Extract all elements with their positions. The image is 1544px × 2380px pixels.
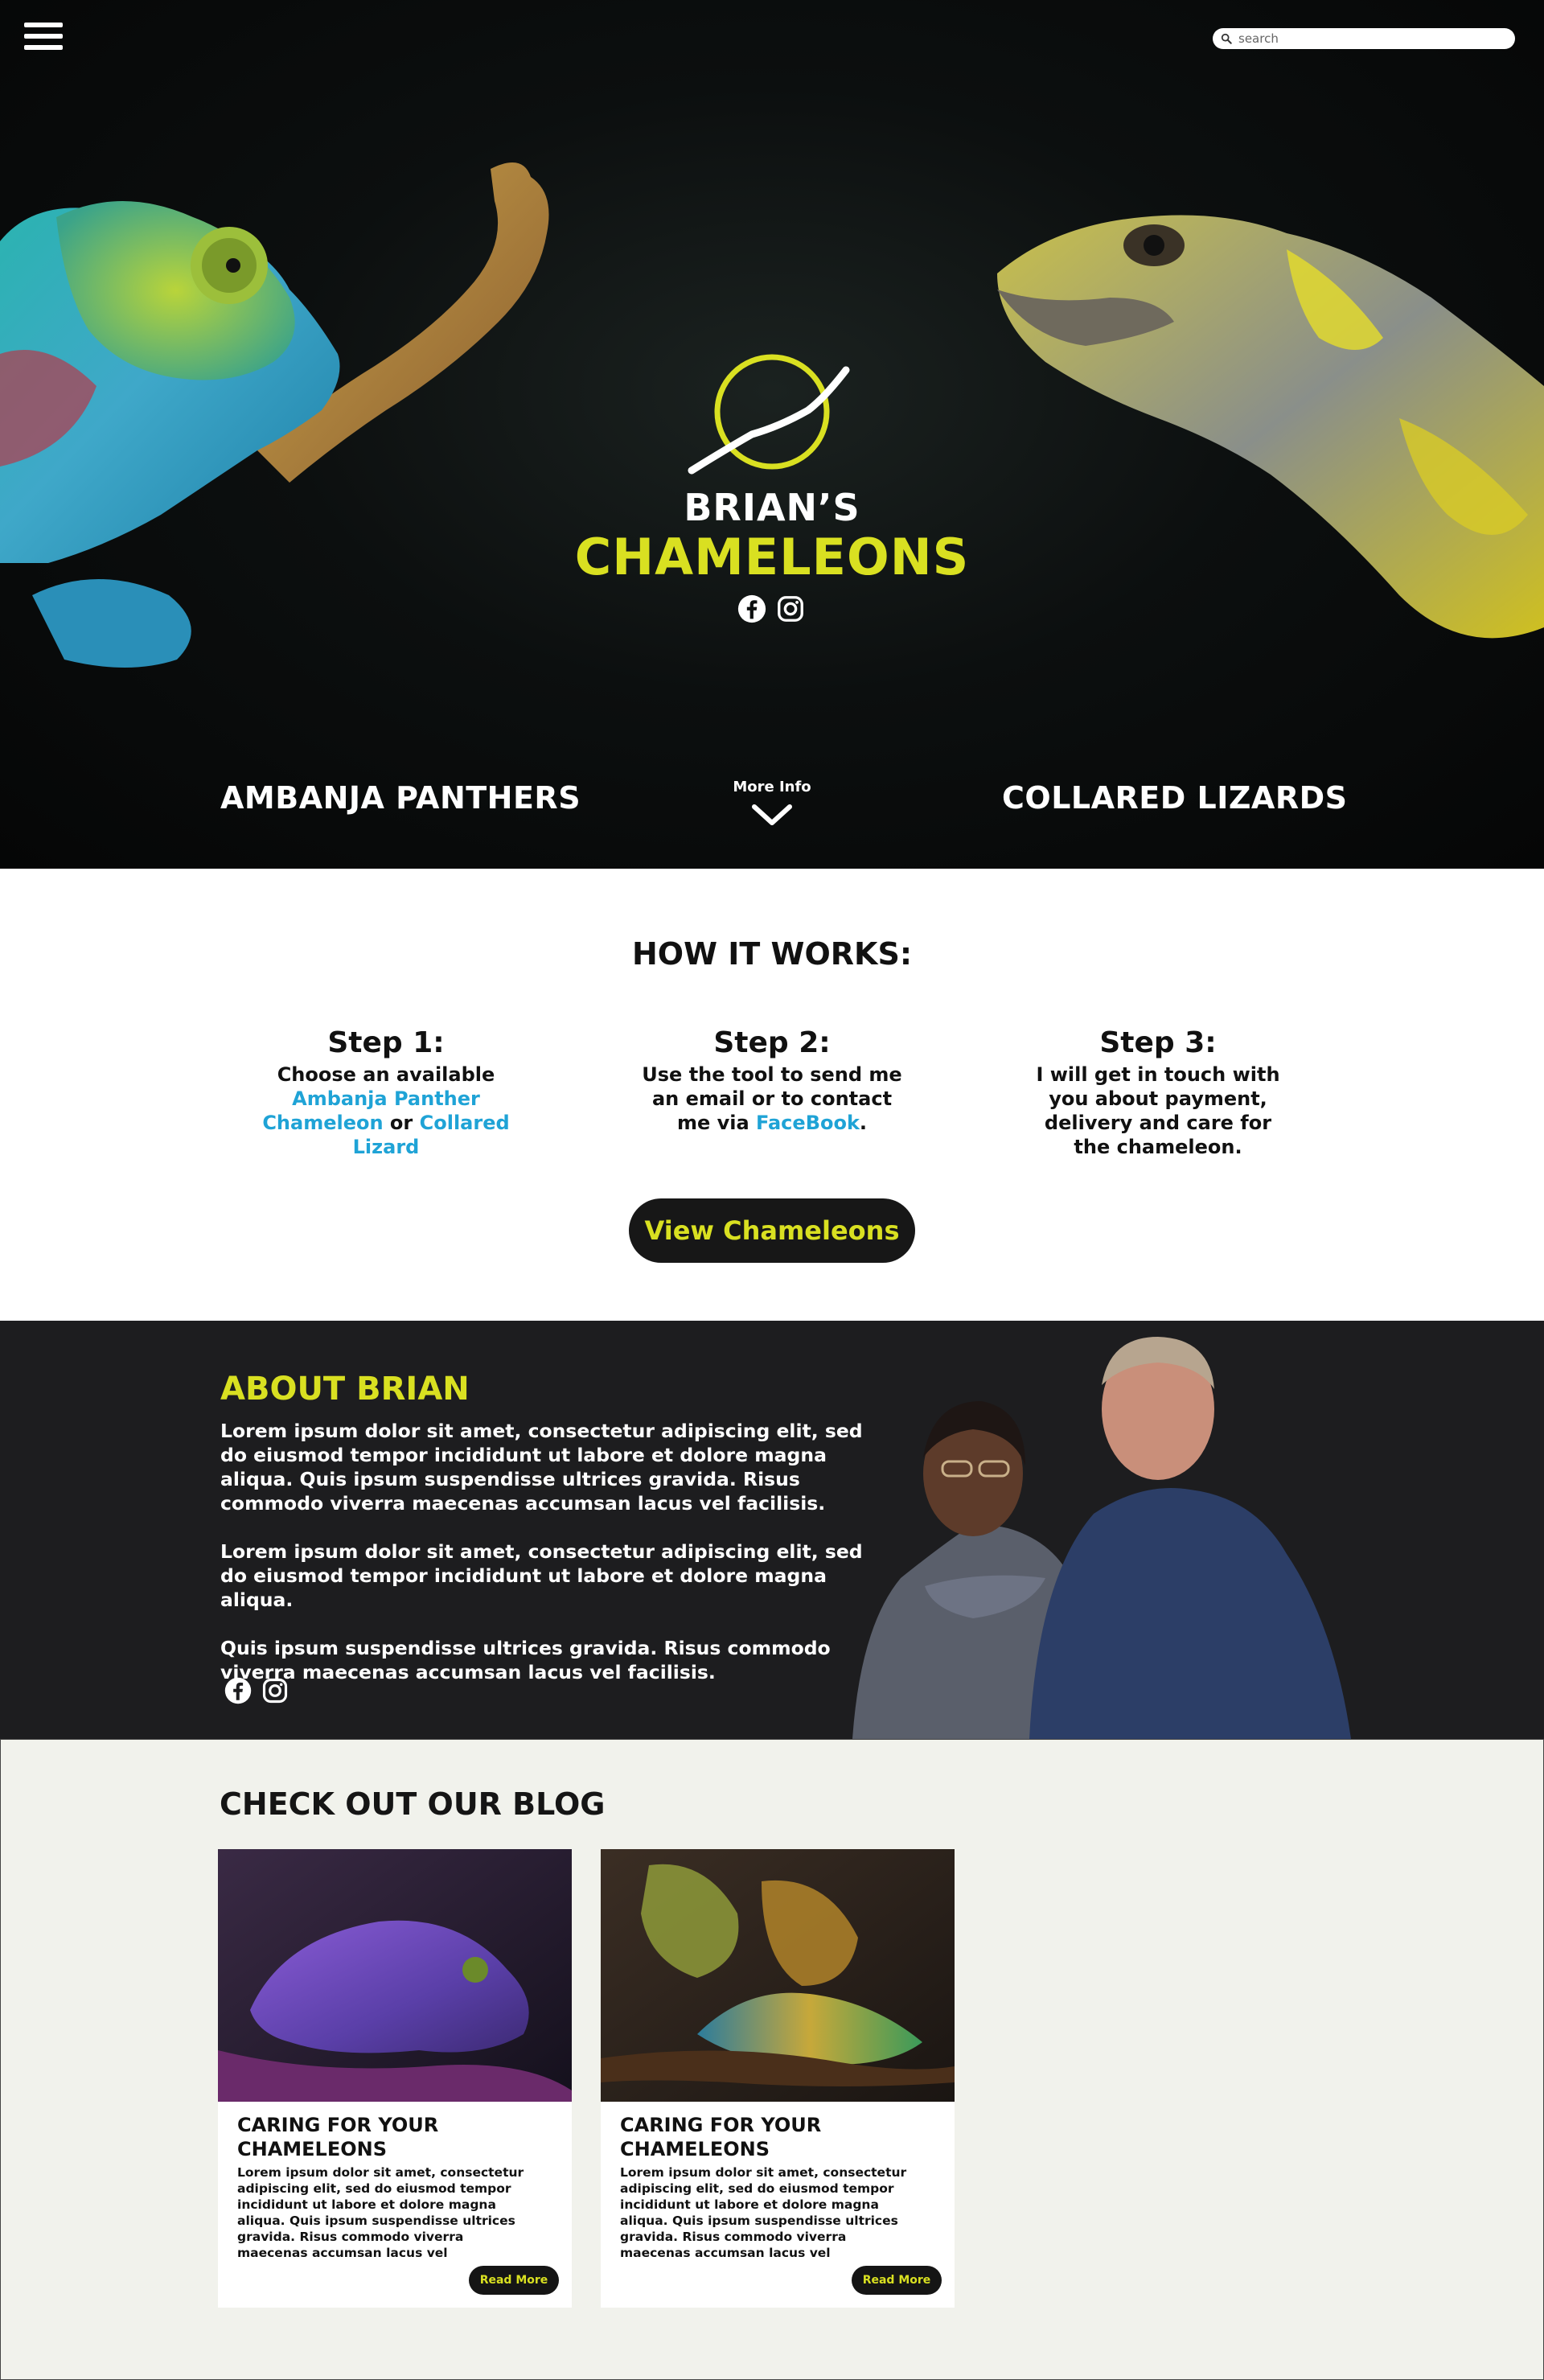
about-title: ABOUT BRIAN: [220, 1371, 470, 1408]
about-paragraph: Quis ipsum suspendisse ultrices gravida.…: [220, 1637, 831, 1683]
step-text: Use the tool to send me an email or to c…: [642, 1063, 902, 1134]
step-title: Step 1:: [327, 1026, 445, 1059]
brand-name-top: BRIAN’S: [684, 486, 860, 529]
step-2: Step 2: Use the tool to send me an email…: [639, 1026, 905, 1135]
hero-social-links: [737, 594, 809, 626]
blog-title: CHECK OUT OUR BLOG: [220, 1786, 606, 1822]
facebook-icon[interactable]: [224, 1676, 253, 1705]
blog-post-image: [601, 1849, 955, 2102]
about-social-links: [224, 1676, 290, 1705]
step-text: I will get in touch with you about payme…: [1036, 1063, 1280, 1158]
step-3: Step 3: I will get in touch with you abo…: [1025, 1026, 1291, 1159]
blog-post-title[interactable]: CARING FOR YOUR CHAMELEONS: [237, 2113, 559, 2161]
collared-lizards-link[interactable]: COLLARED LIZARDS: [1002, 780, 1348, 816]
instagram-icon[interactable]: [775, 594, 806, 624]
how-it-works-section: HOW IT WORKS: Step 1: Choose an availabl…: [0, 869, 1544, 1321]
step-title: Step 2:: [713, 1026, 831, 1059]
read-more-button[interactable]: Read More: [469, 2266, 559, 2295]
blog-post-title[interactable]: CARING FOR YOUR CHAMELEONS: [620, 2113, 942, 2161]
facebook-icon[interactable]: [737, 594, 767, 624]
blog-card[interactable]: CARING FOR YOUR CHAMELEONS Lorem ipsum d…: [218, 1849, 572, 2308]
more-info-label: More Info: [733, 779, 811, 795]
panther-chameleon-image: [0, 162, 549, 668]
about-paragraph: Lorem ipsum dolor sit amet, consectetur …: [220, 1540, 863, 1611]
brian-photo: [852, 1337, 1351, 1739]
collared-lizard-image: [997, 215, 1544, 639]
brand-logo-icon: [688, 354, 850, 475]
brand-name-main: CHAMELEONS: [574, 528, 970, 586]
instagram-icon[interactable]: [261, 1676, 290, 1705]
ambanja-panthers-link[interactable]: AMBANJA PANTHERS: [220, 780, 581, 816]
search-bar[interactable]: [1213, 28, 1515, 49]
facebook-link[interactable]: FaceBook: [756, 1112, 860, 1134]
blog-post-excerpt: Lorem ipsum dolor sit amet, consectetur …: [237, 2165, 524, 2260]
about-text: Lorem ipsum dolor sit amet, consectetur …: [220, 1419, 864, 1708]
step-text: Choose an available Ambanja Panther Cham…: [262, 1063, 510, 1158]
more-info-button[interactable]: More Info: [724, 779, 820, 828]
about-paragraph: Lorem ipsum dolor sit amet, consectetur …: [220, 1420, 863, 1515]
blog-card[interactable]: CARING FOR YOUR CHAMELEONS Lorem ipsum d…: [601, 1849, 955, 2308]
step-1: Step 1: Choose an available Ambanja Pant…: [253, 1026, 519, 1159]
about-section: ABOUT BRIAN Lorem ipsum dolor sit amet, …: [0, 1321, 1544, 1739]
blog-post-image: [218, 1849, 572, 2102]
chevron-down-icon: [752, 804, 792, 825]
step-title: Step 3:: [1099, 1026, 1217, 1059]
search-icon: [1221, 33, 1232, 44]
view-chameleons-button[interactable]: View Chameleons: [629, 1198, 915, 1263]
blog-section: CHECK OUT OUR BLOG CARING FOR YOUR CHAME…: [0, 1739, 1544, 2380]
search-input[interactable]: [1238, 30, 1504, 47]
hamburger-menu-icon[interactable]: [24, 23, 63, 53]
hero-section: BRIAN’S CHAMELEONS AMBANJA PANTHERS More…: [0, 0, 1544, 869]
blog-post-excerpt: Lorem ipsum dolor sit amet, consectetur …: [620, 2165, 907, 2260]
read-more-button[interactable]: Read More: [852, 2266, 942, 2295]
how-it-works-title: HOW IT WORKS:: [631, 936, 913, 972]
